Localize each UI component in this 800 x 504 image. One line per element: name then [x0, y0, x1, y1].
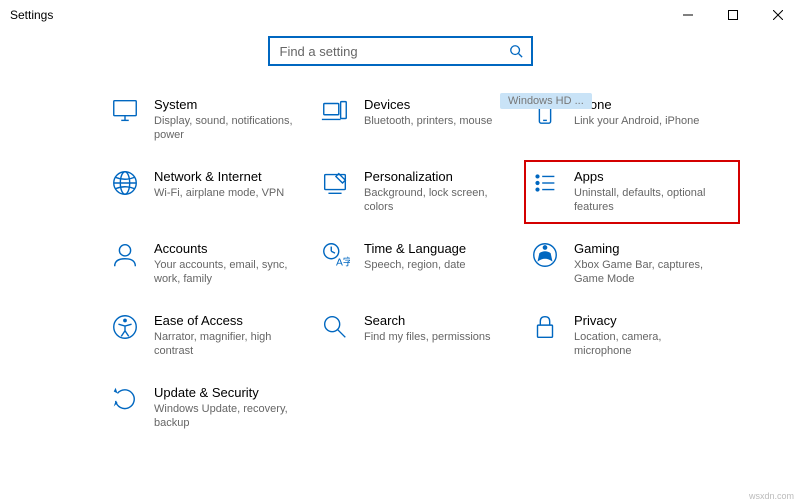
tile-title: Network & Internet — [154, 168, 284, 185]
tile-devices[interactable]: Devices Bluetooth, printers, mouse — [318, 94, 528, 144]
tile-title: Privacy — [574, 312, 714, 329]
search-box[interactable] — [268, 36, 533, 66]
tile-title: Accounts — [154, 240, 294, 257]
svg-text:A字: A字 — [336, 255, 350, 268]
tile-personalization[interactable]: Personalization Background, lock screen,… — [318, 166, 528, 216]
tile-title: Devices — [364, 96, 492, 113]
tile-accounts[interactable]: Accounts Your accounts, email, sync, wor… — [108, 238, 318, 288]
tile-desc: Windows Update, recovery, backup — [154, 402, 294, 430]
search-container — [0, 30, 800, 66]
tile-title: Update & Security — [154, 384, 294, 401]
gaming-icon — [530, 240, 560, 270]
window-controls — [665, 0, 800, 30]
update-security-icon — [110, 384, 140, 414]
tile-title: Apps — [574, 168, 714, 185]
search-input[interactable] — [278, 43, 509, 60]
time-language-icon: A字 — [320, 240, 350, 270]
tile-desc: Uninstall, defaults, optional features — [574, 186, 714, 214]
tile-ease-of-access[interactable]: Ease of Access Narrator, magnifier, high… — [108, 310, 318, 360]
tile-title: Ease of Access — [154, 312, 294, 329]
tile-gaming[interactable]: Gaming Xbox Game Bar, captures, Game Mod… — [528, 238, 738, 288]
tile-title: Search — [364, 312, 491, 329]
tile-desc: Wi-Fi, airplane mode, VPN — [154, 186, 284, 200]
tile-desc: Narrator, magnifier, high contrast — [154, 330, 294, 358]
tile-desc: Your accounts, email, sync, work, family — [154, 258, 294, 286]
system-icon — [110, 96, 140, 126]
tile-title: Personalization — [364, 168, 504, 185]
privacy-icon — [530, 312, 560, 342]
tile-desc: Speech, region, date — [364, 258, 466, 272]
tile-search[interactable]: Search Find my files, permissions — [318, 310, 528, 360]
accounts-icon — [110, 240, 140, 270]
tile-title: Time & Language — [364, 240, 466, 257]
tile-desc: Background, lock screen, colors — [364, 186, 504, 214]
titlebar: Settings — [0, 0, 800, 30]
tile-desc: Display, sound, notifications, power — [154, 114, 294, 142]
search-icon — [509, 44, 523, 58]
tile-title: Phone — [574, 96, 699, 113]
tile-update-security[interactable]: Update & Security Windows Update, recove… — [108, 382, 318, 432]
minimize-button[interactable] — [665, 0, 710, 30]
settings-grid: System Display, sound, notifications, po… — [0, 66, 800, 432]
tile-desc: Xbox Game Bar, captures, Game Mode — [574, 258, 714, 286]
tile-time-language[interactable]: A字 Time & Language Speech, region, date — [318, 238, 528, 288]
maximize-button[interactable] — [710, 0, 755, 30]
close-button[interactable] — [755, 0, 800, 30]
tile-system[interactable]: System Display, sound, notifications, po… — [108, 94, 318, 144]
ease-of-access-icon — [110, 312, 140, 342]
tile-title: System — [154, 96, 294, 113]
apps-icon — [530, 168, 560, 198]
personalization-icon — [320, 168, 350, 198]
window-title: Settings — [10, 8, 53, 22]
tile-desc: Location, camera, microphone — [574, 330, 714, 358]
search-category-icon — [320, 312, 350, 342]
tile-desc: Bluetooth, printers, mouse — [364, 114, 492, 128]
devices-icon — [320, 96, 350, 126]
network-icon — [110, 168, 140, 198]
tile-desc: Link your Android, iPhone — [574, 114, 699, 128]
tile-privacy[interactable]: Privacy Location, camera, microphone — [528, 310, 738, 360]
watermark: wsxdn.com — [749, 491, 794, 501]
tile-network[interactable]: Network & Internet Wi-Fi, airplane mode,… — [108, 166, 318, 216]
tile-title: Gaming — [574, 240, 714, 257]
tile-desc: Find my files, permissions — [364, 330, 491, 344]
tooltip-hint: Windows HD ... — [500, 93, 592, 109]
tile-apps[interactable]: Apps Uninstall, defaults, optional featu… — [524, 160, 740, 224]
